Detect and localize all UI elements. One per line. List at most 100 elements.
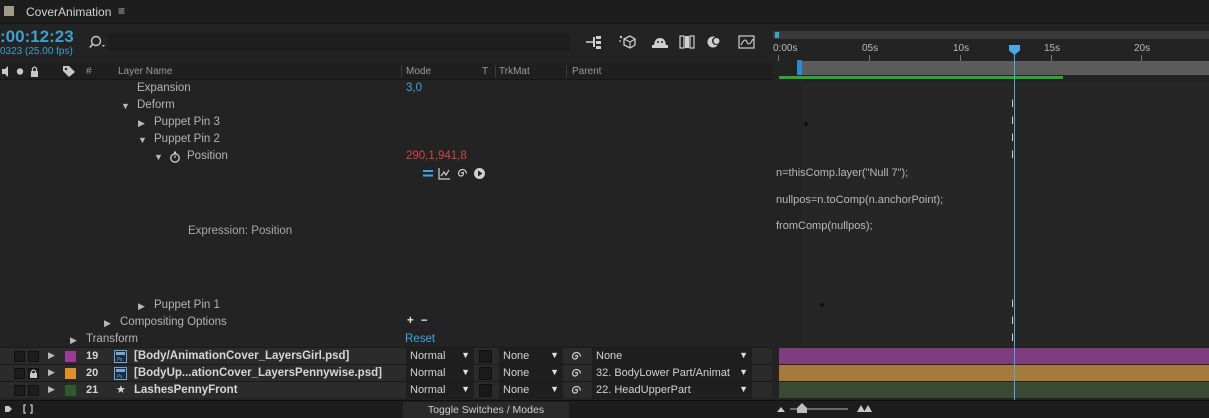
layer-row[interactable]: ▶ 21 ★ LashesPennyFront Normal ▼ None ▼ 22. Head…	[0, 381, 772, 399]
stopwatch-icon[interactable]	[169, 151, 181, 163]
layer-label-color[interactable]	[65, 385, 76, 396]
composition-tab-title[interactable]: CoverAnimation	[26, 5, 111, 19]
parent-dropdown[interactable]: None ▼	[592, 348, 752, 365]
current-time-indicator-line[interactable]	[1014, 52, 1015, 400]
parent-value: None	[596, 350, 623, 362]
video-switch[interactable]	[14, 368, 25, 379]
layer-name[interactable]: LashesPennyFront	[134, 384, 238, 396]
column-number-header[interactable]: #	[86, 66, 92, 77]
expression-line[interactable]: fromComp(nullpos);	[776, 220, 873, 232]
column-t-header[interactable]: T	[482, 66, 488, 77]
frame-rate-display: 0323 (25.00 fps)	[0, 46, 73, 57]
parent-pickwhip-icon[interactable]	[570, 367, 583, 380]
preserve-transparency-toggle[interactable]	[479, 350, 492, 363]
expression-pickwhip-icon[interactable]	[456, 167, 469, 180]
column-parent-header[interactable]: Parent	[572, 66, 601, 77]
draft-3d-icon[interactable]	[618, 34, 636, 50]
video-switch[interactable]	[14, 351, 25, 362]
layer-twirl-icon[interactable]: ▶	[48, 384, 59, 395]
layer-row[interactable]: ▶ 20 Ps [BodyUp...ationCover_LayersPennywis…	[0, 364, 772, 382]
layer-search-field[interactable]	[108, 33, 570, 51]
composition-color-swatch	[4, 6, 14, 16]
position-value[interactable]: 290,1,941,8	[406, 150, 467, 162]
layer-label-color[interactable]	[65, 351, 76, 362]
footer-switch-icons[interactable]	[4, 403, 34, 415]
puppet-pin-1-label: Puppet Pin 1	[154, 299, 220, 311]
search-icon[interactable]	[88, 34, 108, 50]
parent-dropdown[interactable]: 22. HeadUpperPart ▼	[592, 382, 752, 399]
puppet-pin-3-twirl-icon[interactable]: ▶	[138, 118, 145, 129]
compositing-options-twirl-icon[interactable]: ▶	[104, 318, 111, 329]
toggle-switches-modes-button[interactable]: Toggle Switches / Modes	[403, 402, 569, 418]
motion-blur-icon[interactable]	[705, 34, 723, 50]
column-trkmat-header[interactable]: TrkMat	[499, 66, 530, 77]
parent-pickwhip-icon[interactable]	[570, 350, 583, 363]
layer-duration-bar[interactable]	[779, 382, 1209, 398]
graph-editor-icon[interactable]	[738, 34, 756, 50]
track-matte-value: None	[503, 350, 530, 362]
track-matte-dropdown[interactable]: None ▼	[499, 382, 563, 399]
layer-name[interactable]: [Body/AnimationCover_LayersGirl.psd]	[134, 350, 349, 362]
panel-menu-icon[interactable]: ≡	[118, 4, 125, 18]
compositing-add-remove[interactable]: + −	[407, 315, 430, 327]
ruler-tick	[778, 55, 779, 61]
av-features-icons[interactable]	[0, 65, 48, 78]
svg-text:Ps: Ps	[117, 357, 123, 363]
layer-duration-bar[interactable]	[779, 365, 1209, 381]
ruler-label: 05s	[862, 43, 879, 54]
chevron-down-icon: ▼	[739, 367, 748, 377]
frame-blending-icon[interactable]	[678, 34, 696, 50]
column-mode-header[interactable]: Mode	[406, 66, 431, 77]
layer-number: 19	[86, 350, 99, 362]
position-twirl-icon[interactable]: ▼	[154, 152, 163, 162]
track-matte-dropdown[interactable]: None ▼	[499, 348, 563, 365]
track-matte-dropdown[interactable]: None ▼	[499, 365, 563, 382]
shy-layers-icon[interactable]	[651, 34, 669, 50]
layer-duration-bar[interactable]	[779, 348, 1209, 364]
ruler-label: 20s	[1134, 43, 1151, 54]
layer-twirl-icon[interactable]: ▶	[48, 350, 59, 361]
layer-twirl-icon[interactable]: ▶	[48, 367, 59, 378]
zoom-out-icon[interactable]	[776, 404, 786, 414]
deform-twirl-icon[interactable]: ▼	[121, 101, 130, 111]
work-area-start-handle[interactable]	[797, 60, 802, 75]
puppet-pin-2-twirl-icon[interactable]: ▼	[138, 135, 147, 145]
keyframe-marker[interactable]	[804, 122, 808, 126]
blend-mode-dropdown[interactable]: Normal ▼	[406, 348, 474, 365]
expression-enable-icon[interactable]	[422, 167, 434, 180]
compositing-options-label: Compositing Options	[120, 316, 227, 328]
ruler-label: 0:00s	[773, 43, 798, 54]
preserve-transparency-toggle[interactable]	[479, 384, 492, 397]
transform-twirl-icon[interactable]: ▶	[70, 335, 77, 346]
expression-language-menu-icon[interactable]	[473, 167, 486, 180]
puppet-pin-1-twirl-icon[interactable]: ▶	[138, 301, 145, 312]
work-area-bar[interactable]	[801, 61, 1209, 75]
keyframe-marker[interactable]	[820, 303, 824, 307]
layer-label-color[interactable]	[65, 368, 76, 379]
psd-file-icon: Ps	[114, 350, 127, 363]
lock-switch[interactable]	[28, 368, 39, 379]
preserve-transparency-toggle[interactable]	[479, 367, 492, 380]
zoom-in-icon[interactable]	[856, 403, 874, 413]
parent-pickwhip-icon[interactable]	[570, 384, 583, 397]
lock-switch[interactable]	[28, 351, 39, 362]
transform-reset-link[interactable]: Reset	[405, 333, 435, 345]
chevron-down-icon: ▼	[461, 350, 470, 360]
current-time-display[interactable]: :00:12:23	[0, 27, 74, 47]
blend-mode-dropdown[interactable]: Normal ▼	[406, 382, 474, 399]
layer-name[interactable]: [BodyUp...ationCover_LayersPennywise.psd…	[134, 367, 382, 379]
expansion-value[interactable]: 3,0	[406, 82, 422, 94]
label-tag-icon[interactable]	[62, 65, 76, 78]
column-layer-name-header[interactable]: Layer Name	[118, 66, 172, 77]
video-switch[interactable]	[14, 385, 25, 396]
expression-line[interactable]: n=thisComp.layer("Null 7");	[776, 167, 908, 179]
composition-mini-flowchart-icon[interactable]	[585, 34, 603, 50]
blend-mode-dropdown[interactable]: Normal ▼	[406, 365, 474, 382]
column-separator	[401, 65, 402, 78]
lock-switch[interactable]	[28, 385, 39, 396]
expression-line[interactable]: nullpos=n.toComp(n.anchorPoint);	[776, 194, 943, 206]
expression-graph-icon[interactable]	[438, 167, 451, 180]
parent-dropdown[interactable]: 32. BodyLower Part/Animat ▼	[592, 365, 752, 382]
layer-row[interactable]: ▶ 19 Ps [Body/AnimationCover_LayersGirl.psd…	[0, 347, 772, 365]
blend-mode-value: Normal	[410, 350, 446, 362]
